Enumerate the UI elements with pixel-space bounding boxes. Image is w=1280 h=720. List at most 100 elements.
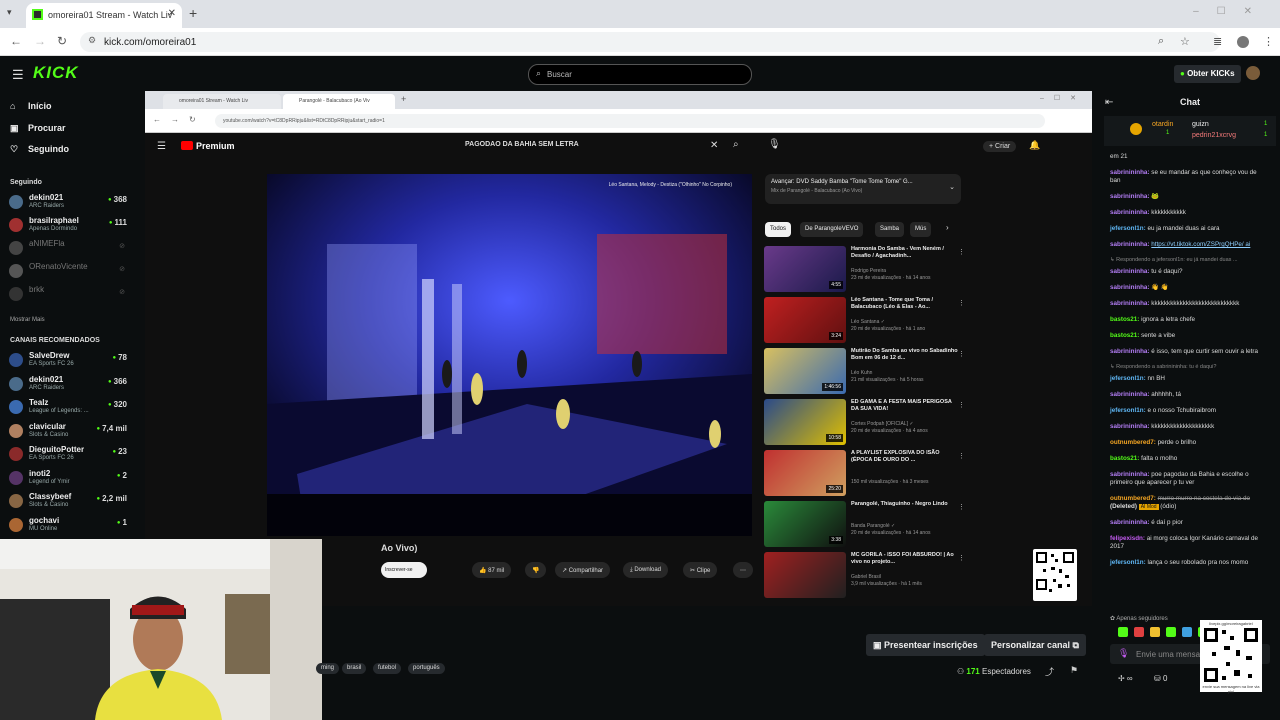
video-title[interactable]: Mutirão Do Samba ao vivo no Sabadinho Bo… [851, 348, 959, 362]
video-thumbnail[interactable]: 3:38 [764, 501, 846, 547]
clear-search-icon[interactable]: ✕ [710, 140, 718, 151]
user-avatar[interactable] [1246, 66, 1260, 80]
chat-username[interactable]: sabrinininha: [1110, 241, 1150, 248]
video-player[interactable]: Léo Santana, Melody - Destiza ("Olhinho"… [267, 174, 752, 536]
recommended-channel[interactable]: TealzLeague of Legends: ... 320 [9, 397, 131, 419]
youtube-logo[interactable]: Premium [181, 141, 235, 151]
video-channel[interactable]: Cortes Podpah [OFICIAL] ✓ [851, 421, 914, 427]
chat-username[interactable]: outnumbered7: [1110, 495, 1156, 502]
browser-tab[interactable]: omoreira01 Stream - Watch Liv ✕ [26, 3, 182, 28]
recommended-channel[interactable]: dekin021ARC Raiders 366 [9, 374, 131, 396]
chat-username[interactable]: sabrinininha: [1110, 423, 1150, 430]
video-title[interactable]: Parangolé, Thiaguinho - Negro Lindo [851, 501, 959, 508]
subscribe-button[interactable]: Inscrever-se [381, 562, 427, 578]
video-action-button[interactable]: 👍 87 mil [472, 562, 512, 578]
close-tab-icon[interactable]: ✕ [168, 8, 176, 19]
chat-username[interactable]: sabrinininha: [1110, 348, 1150, 355]
recommended-channel[interactable]: DieguitoPotterEA Sports FC 26 23 [9, 444, 131, 466]
more-options-icon[interactable]: ⋮ [958, 503, 965, 511]
chat-username[interactable]: jefersonl1n: [1110, 375, 1146, 382]
filter-chip[interactable]: De ParangoleVEVO [800, 222, 864, 237]
voice-search-icon[interactable]: 🎙 [768, 139, 781, 150]
video-thumbnail[interactable]: 1:46:56 [764, 348, 846, 394]
video-action-button[interactable]: ✂ Clipe [683, 562, 718, 578]
tab-search-icon[interactable]: ▾ [7, 7, 12, 18]
chat-points[interactable]: ⛁ 0 [1154, 674, 1167, 683]
chat-tools-icon[interactable]: ✢ ∞ [1118, 674, 1133, 683]
window-controls[interactable]: –☐✕ [1193, 6, 1270, 17]
chat-username[interactable]: sabrinininha: [1110, 209, 1150, 216]
customize-channel-button[interactable]: Personalizar canal ⧉ [984, 634, 1086, 656]
chevron-down-icon[interactable]: ⌄ [949, 183, 955, 191]
video-channel[interactable]: Léo Kuhn [851, 370, 872, 376]
sidebar-channel[interactable]: dekin021ARC Raiders 368 [9, 192, 131, 214]
video-action-button[interactable]: ↗ Compartilhar [555, 562, 611, 578]
stream-tag[interactable]: brasil [342, 663, 367, 674]
menu-dots-icon[interactable]: ⋮ [1263, 35, 1274, 48]
more-options-icon[interactable]: ⋮ [958, 554, 965, 562]
chat-username[interactable]: bastos21: [1110, 332, 1139, 339]
sidebar-channel[interactable]: brasilraphaelApenas Dormindo 111 [9, 215, 131, 237]
video-thumbnail[interactable]: 3:24 [764, 297, 846, 343]
sidebar-channel[interactable]: aNIMEFla ⊘ [9, 238, 131, 260]
chat-username[interactable]: jefersonl1n: [1110, 225, 1146, 232]
sidebar-channel[interactable]: ORenatoVicente ⊘ [9, 261, 131, 283]
video-action-button[interactable]: ⤓ Download [623, 562, 669, 578]
chat-username[interactable]: jefersonl1n: [1110, 407, 1146, 414]
video-title[interactable]: ED GAMA E A FESTA MAIS PERIGOSA DA SUA V… [851, 399, 959, 413]
site-info-icon[interactable]: ⚙ [88, 35, 96, 46]
stream-tag[interactable]: futebol [373, 663, 402, 674]
filter-chip[interactable]: Todos [765, 222, 792, 237]
microphone-icon[interactable]: 🎙 [1118, 648, 1129, 659]
forward-icon[interactable]: → [34, 34, 46, 48]
gifter-1[interactable]: otardin [1152, 121, 1173, 128]
back-icon[interactable]: ← [10, 34, 22, 48]
search-input[interactable]: ⌕ Buscar [528, 64, 752, 85]
recommended-video[interactable]: 4:55 Harmonia Do Samba - Vem Neném / Desa… [764, 246, 969, 294]
chat-username[interactable]: sabrinininha: [1110, 169, 1150, 176]
kick-logo[interactable]: KICK [33, 63, 79, 83]
inner-nav-icons[interactable]: ←→↻ [153, 115, 206, 124]
chips-next-icon[interactable]: › [946, 223, 949, 232]
gifter-2[interactable]: guizn [1192, 121, 1209, 128]
video-action-button[interactable]: 👎 [525, 562, 547, 578]
chat-username[interactable]: sabrinininha: [1110, 193, 1150, 200]
recommended-video[interactable]: 10:58 ED GAMA E A FESTA MAIS PERIGOSA DA … [764, 399, 969, 447]
emote-icon[interactable] [1166, 627, 1176, 637]
video-title[interactable]: Harmonia Do Samba - Vem Neném / Desafio … [851, 246, 959, 260]
show-more-link[interactable]: Mostrar Mais [10, 317, 45, 323]
inner-tab-kick[interactable]: omoreira01 Stream - Watch Liv [163, 94, 281, 109]
chat-username[interactable]: bastos21: [1110, 455, 1139, 462]
recommended-video[interactable]: 3:24 Léo Santana - Tome que Toma / Balacu… [764, 297, 969, 345]
emote-icon[interactable] [1150, 627, 1160, 637]
stream-tag[interactable]: português [408, 663, 445, 674]
video-thumbnail[interactable]: 10:58 [764, 399, 846, 445]
video-action-button[interactable]: ⋯ [733, 562, 753, 578]
video-thumbnail[interactable] [764, 552, 846, 598]
inner-tab-youtube[interactable]: Parangolé - Balacubaco (Ao Viv [283, 94, 395, 109]
inner-url-field[interactable]: youtube.com/watch?v=tC8DpRRipju&list=RDt… [215, 114, 1045, 128]
chat-username[interactable]: felipexisdn: [1110, 535, 1145, 542]
notifications-icon[interactable]: 🔔 [1029, 140, 1040, 151]
gift-subs-button[interactable]: ▣ Presentear inscrições [866, 634, 985, 656]
chat-username[interactable]: outnumbered7: [1110, 439, 1156, 446]
create-button[interactable]: + Criar [983, 141, 1017, 152]
emote-icon[interactable] [1118, 627, 1128, 637]
chat-username[interactable]: sabrinininha: [1110, 300, 1150, 307]
recommended-video[interactable]: 1:46:56 Mutirão Do Samba ao vivo no Sabad… [764, 348, 969, 396]
chat-username[interactable]: bastos21: [1110, 316, 1139, 323]
video-channel[interactable]: Léo Santana ✓ [851, 319, 885, 325]
get-kicks-button[interactable]: ● Obter KICKs [1174, 65, 1241, 83]
more-options-icon[interactable]: ⋮ [958, 299, 965, 307]
chat-link[interactable]: https://vt.tiktok.com/ZSPrgQHPe/ ai [1151, 241, 1250, 248]
more-options-icon[interactable]: ⋮ [958, 401, 965, 409]
chat-username[interactable]: sabrinininha: [1110, 391, 1150, 398]
share-icon[interactable]: ⤴ [1045, 665, 1054, 678]
video-title[interactable]: MC GORILA - ISSO FOI ABSURDO! | Ao vivo … [851, 552, 959, 566]
nav-home[interactable]: ⌂ Início [10, 101, 52, 111]
sidebar-channel[interactable]: brkk ⊘ [9, 284, 131, 306]
recommended-video[interactable]: 3:38 Parangolé, Thiaguinho - Negro Lindo B… [764, 501, 969, 549]
video-channel[interactable]: Banda Parangolé ✓ [851, 523, 895, 529]
mix-panel-header[interactable]: Avançar: DVD Saddy Bamba "Tome Tome Tome… [765, 174, 961, 204]
nav-browse[interactable]: ▣ Procurar [10, 123, 66, 134]
